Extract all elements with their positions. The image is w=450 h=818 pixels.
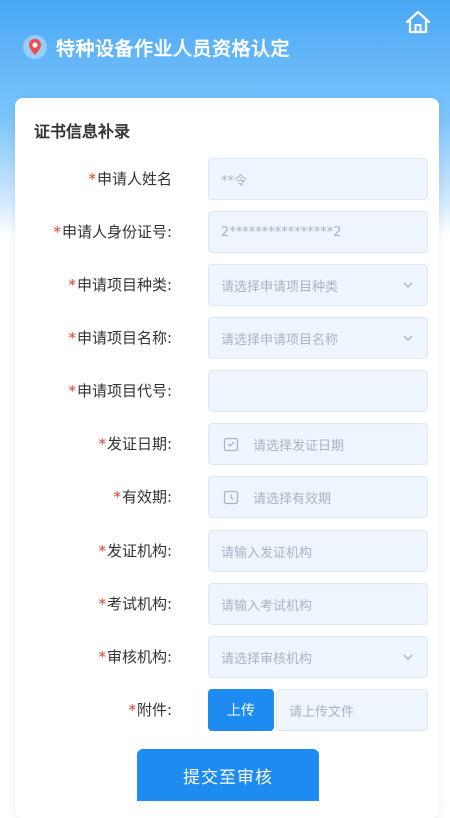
select-placeholder: 请选择申请项目名称 bbox=[221, 332, 339, 348]
issue-date-picker[interactable]: 请选择发证日期 bbox=[208, 423, 428, 465]
form-row-project-category: *申请项目种类: 请选择申请项目种类 bbox=[0, 264, 450, 306]
field-label: *发证机构: bbox=[98, 542, 172, 560]
select-placeholder: 请选择申请项目种类 bbox=[221, 279, 339, 295]
form-row-validity: *有效期: 请选择有效期 bbox=[0, 476, 450, 518]
select-placeholder: 请选择审核机构 bbox=[221, 651, 313, 667]
form-row-issuing-authority: *发证机构: 请输入发证机构 bbox=[0, 530, 450, 572]
form-row-exam-authority: *考试机构: 请输入考试机构 bbox=[0, 583, 450, 625]
project-name-select[interactable]: 请选择申请项目名称 bbox=[208, 317, 428, 359]
form-row-issue-date: *发证日期: 请选择发证日期 bbox=[0, 423, 450, 465]
calendar-icon bbox=[223, 437, 239, 452]
location-pin-icon bbox=[23, 35, 47, 59]
applicant-name-input[interactable]: **令 bbox=[208, 158, 428, 200]
input-value: **令 bbox=[221, 173, 248, 189]
required-mark: * bbox=[98, 595, 106, 613]
chevron-down-icon bbox=[403, 654, 413, 661]
required-mark: * bbox=[68, 329, 76, 347]
input-placeholder: 请输入发证机构 bbox=[221, 545, 313, 561]
submit-for-review-button[interactable]: 提交至审核 bbox=[137, 749, 319, 801]
field-label: *申请项目种类: bbox=[68, 276, 172, 294]
chevron-down-icon bbox=[403, 335, 413, 342]
form-row-project-name: *申请项目名称: 请选择申请项目名称 bbox=[0, 317, 450, 359]
upload-button[interactable]: 上传 bbox=[208, 689, 274, 731]
form-row-applicant-name: *申请人姓名 **令 bbox=[0, 158, 450, 200]
section-title: 证书信息补录 bbox=[34, 122, 131, 141]
project-code-input[interactable] bbox=[208, 370, 428, 412]
field-label: *发证日期: bbox=[98, 435, 172, 453]
required-mark: * bbox=[98, 435, 106, 453]
input-placeholder: 请输入考试机构 bbox=[221, 598, 313, 614]
field-label: *申请人姓名 bbox=[88, 170, 172, 188]
field-label: *考试机构: bbox=[98, 595, 172, 613]
upload-file-field[interactable]: 请上传文件 bbox=[276, 689, 428, 731]
project-category-select[interactable]: 请选择申请项目种类 bbox=[208, 264, 428, 306]
form-row-attachment: *附件: 上传 请上传文件 bbox=[0, 689, 450, 731]
upload-placeholder: 请上传文件 bbox=[289, 704, 355, 720]
required-mark: * bbox=[113, 488, 121, 506]
required-mark: * bbox=[128, 701, 136, 719]
field-label: *申请项目代号: bbox=[68, 382, 172, 400]
validity-date-picker[interactable]: 请选择有效期 bbox=[208, 476, 428, 518]
app-header: 特种设备作业人员资格认定 bbox=[22, 30, 290, 64]
field-label: *审核机构: bbox=[98, 648, 172, 666]
input-value: 2****************2 bbox=[221, 224, 342, 240]
issuing-authority-input[interactable]: 请输入发证机构 bbox=[208, 530, 428, 572]
form-row-id-number: *申请人身份证号: 2****************2 bbox=[0, 211, 450, 253]
id-number-input[interactable]: 2****************2 bbox=[208, 211, 428, 253]
required-mark: * bbox=[88, 170, 96, 188]
field-label: *申请人身份证号: bbox=[53, 223, 172, 241]
calendar-icon bbox=[223, 490, 239, 505]
field-label: *有效期: bbox=[113, 488, 172, 506]
required-mark: * bbox=[68, 276, 76, 294]
chevron-down-icon bbox=[403, 282, 413, 289]
required-mark: * bbox=[98, 542, 106, 560]
form-row-project-code: *申请项目代号: bbox=[0, 370, 450, 412]
field-label: *申请项目名称: bbox=[68, 329, 172, 347]
review-authority-select[interactable]: 请选择审核机构 bbox=[208, 636, 428, 678]
field-label: *附件: bbox=[128, 701, 172, 719]
required-mark: * bbox=[98, 648, 106, 666]
required-mark: * bbox=[53, 223, 61, 241]
date-placeholder: 请选择有效期 bbox=[253, 491, 332, 507]
home-button[interactable] bbox=[402, 6, 434, 38]
home-icon bbox=[405, 10, 431, 34]
page-title: 特种设备作业人员资格认定 bbox=[56, 37, 291, 60]
form-row-review-authority: *审核机构: 请选择审核机构 bbox=[0, 636, 450, 678]
exam-authority-input[interactable]: 请输入考试机构 bbox=[208, 583, 428, 625]
required-mark: * bbox=[68, 382, 76, 400]
date-placeholder: 请选择发证日期 bbox=[253, 438, 345, 454]
